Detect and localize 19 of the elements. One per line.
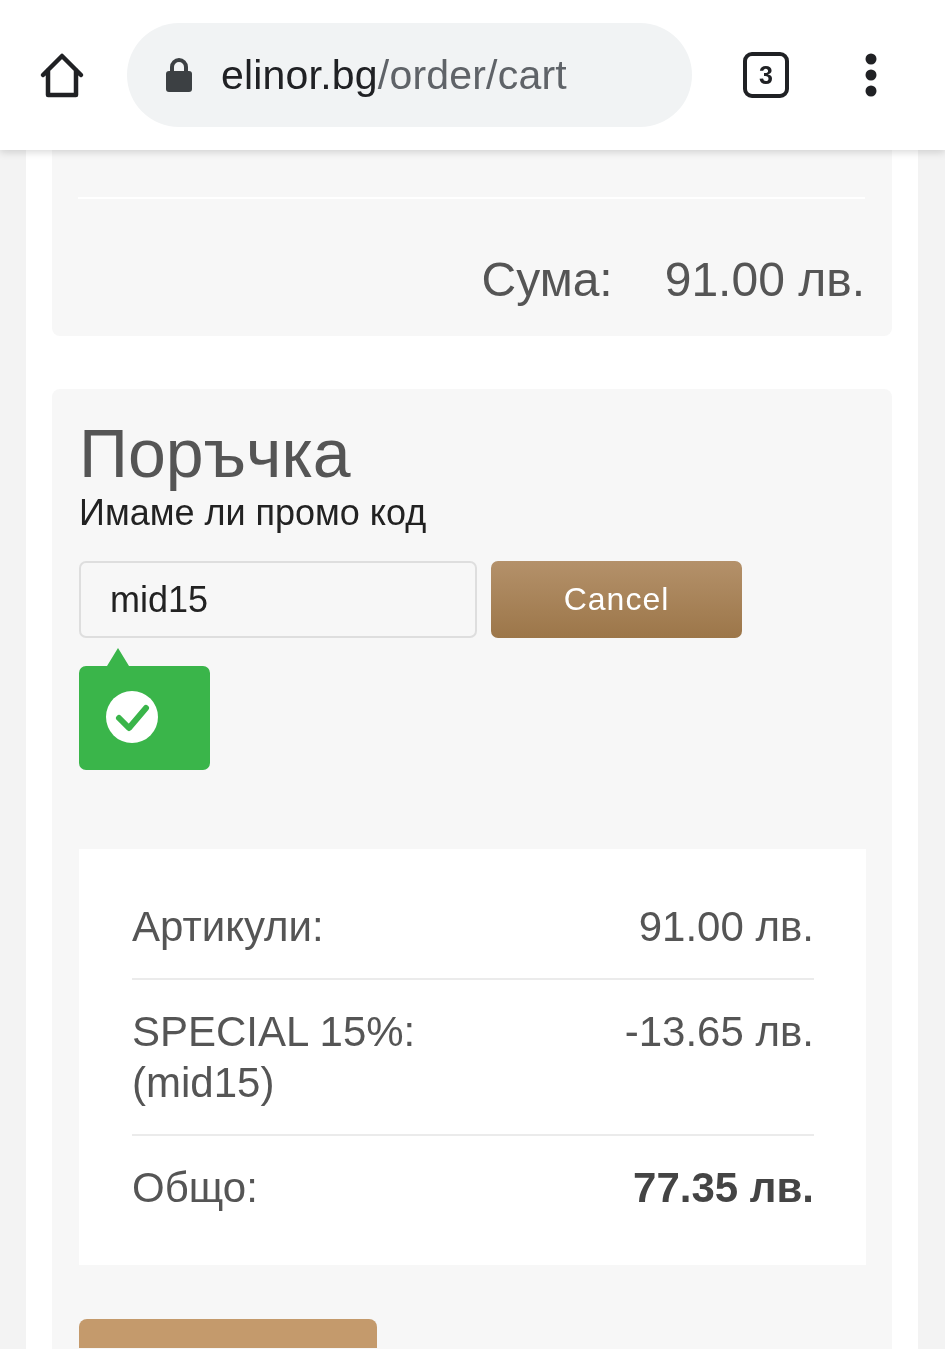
- home-icon[interactable]: [38, 51, 86, 99]
- totals-amount: 91.00 лв.: [638, 902, 814, 952]
- totals-label: SPECIAL 15%: (mid15): [132, 1007, 417, 1108]
- more-icon: [865, 53, 877, 97]
- grand-total-amount: 77.35 лв.: [633, 1163, 814, 1213]
- totals-label: Общо:: [132, 1163, 258, 1213]
- promo-prompt: Имаме ли промо код: [79, 492, 428, 534]
- totals-label: Артикули:: [132, 902, 324, 952]
- address-bar[interactable]: elinor.bg/order/cart: [127, 23, 692, 127]
- totals-amount: -13.65 лв.: [624, 1007, 814, 1057]
- lock-icon: [165, 58, 193, 92]
- check-circle-icon: [106, 691, 158, 743]
- sum-label: Сума:: [481, 252, 613, 308]
- tab-count-button[interactable]: 3: [743, 52, 789, 98]
- url-text: elinor.bg/order/cart: [221, 51, 567, 99]
- menu-button[interactable]: [865, 53, 877, 97]
- order-title: Поръчка: [79, 417, 352, 489]
- sum-amount: 91.00 лв.: [664, 252, 865, 308]
- promo-code-input[interactable]: mid15: [79, 561, 477, 638]
